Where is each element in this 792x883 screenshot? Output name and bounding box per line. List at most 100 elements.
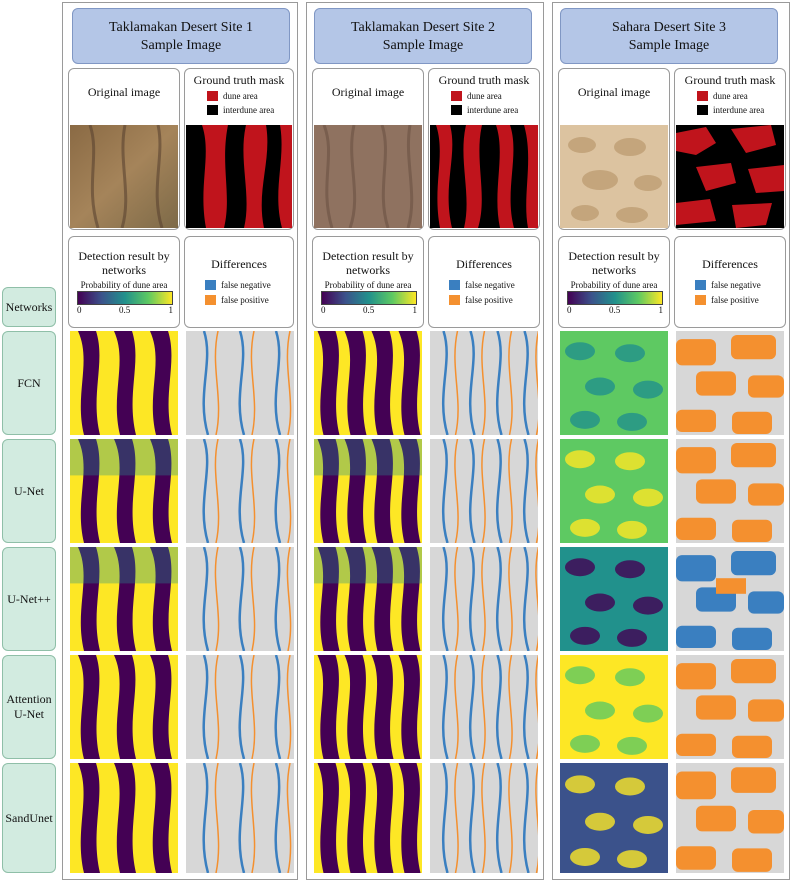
legend-interdune: interdune area <box>207 104 293 116</box>
tick-1: 1 <box>412 305 418 315</box>
site-title-2: Taklamakan Desert Site 2 Sample Image <box>314 8 532 64</box>
detection-map <box>560 547 668 651</box>
legend-text: dune area <box>713 91 748 101</box>
dune-swatch <box>207 91 218 101</box>
differences-map <box>430 547 538 651</box>
detection-panel-2: Detection result by networks Probability… <box>312 236 424 328</box>
differences-map <box>186 439 294 543</box>
ground-truth-mask-3 <box>676 125 784 228</box>
network-label-unet: U-Net <box>2 439 56 543</box>
colorbar-label: Probability of dune area <box>324 280 412 290</box>
detection-label: Detection result by networks <box>322 249 414 277</box>
legend-text: false negative <box>465 280 515 290</box>
tick-1: 1 <box>168 305 174 315</box>
legend-text: interdune area <box>713 105 765 115</box>
original-image-label: Original image <box>87 85 161 99</box>
detection-map <box>560 331 668 435</box>
legend-text: dune area <box>467 91 502 101</box>
legend-text: false positive <box>221 295 269 305</box>
site-title-line: Taklamakan Desert Site 1 <box>108 20 254 35</box>
original-image-label: Original image <box>331 85 405 99</box>
detection-map <box>314 547 422 651</box>
legend-text: interdune area <box>223 105 275 115</box>
differences-panel-2: Differences false negative false positiv… <box>428 236 540 328</box>
detection-map <box>314 439 422 543</box>
tick-0: 0 <box>321 305 326 315</box>
false-positive-swatch <box>205 295 216 305</box>
legend-text: false positive <box>465 295 513 305</box>
interdune-swatch <box>697 105 708 115</box>
differences-map <box>430 331 538 435</box>
detection-label: Detection result by networks <box>78 249 170 277</box>
detection-map <box>314 655 422 759</box>
legend-false-negative: false negative <box>449 279 539 291</box>
legend-text: false negative <box>221 280 271 290</box>
differences-map <box>186 763 294 873</box>
differences-label: Differences <box>211 257 267 271</box>
tick-half: 0.5 <box>119 305 131 315</box>
colorbar-label: Probability of dune area <box>570 280 658 290</box>
network-label-sandunet: SandUnet <box>2 763 56 873</box>
ground-truth-label: Ground truth mask <box>438 73 530 87</box>
legend-text: dune area <box>223 91 258 101</box>
legend-false-positive: false positive <box>449 294 539 306</box>
original-image-3 <box>560 125 668 228</box>
detection-map <box>70 547 178 651</box>
site-subtitle-line: Sample Image <box>140 38 222 53</box>
detection-map <box>560 439 668 543</box>
differences-panel-1: Differences false negative false positiv… <box>184 236 294 328</box>
detection-label: Detection result by networks <box>568 249 660 277</box>
original-image-2 <box>314 125 422 228</box>
colorbar-label: Probability of dune area <box>80 280 168 290</box>
differences-map <box>676 439 784 543</box>
site-title-1: Taklamakan Desert Site 1 Sample Image <box>72 8 290 64</box>
network-label-text: Attention U-Net <box>6 692 52 721</box>
legend-text: false positive <box>711 295 759 305</box>
site-subtitle-line: Sample Image <box>628 38 710 53</box>
colorbar <box>567 291 663 305</box>
network-label-text: U-Net++ <box>7 591 51 606</box>
differences-map <box>676 547 784 651</box>
ground-truth-mask-1 <box>186 125 292 228</box>
detection-panel-3: Detection result by networks Probability… <box>558 236 670 328</box>
tick-half: 0.5 <box>609 305 621 315</box>
site-title-line: Sahara Desert Site 3 <box>612 20 726 35</box>
interdune-swatch <box>451 105 462 115</box>
false-negative-swatch <box>695 280 706 290</box>
differences-map <box>430 655 538 759</box>
tick-0: 0 <box>567 305 572 315</box>
ground-truth-mask-2 <box>430 125 538 228</box>
site-title-line: Taklamakan Desert Site 2 <box>350 20 496 35</box>
legend-false-positive: false positive <box>205 294 293 306</box>
differences-map <box>430 763 538 873</box>
legend-text: false negative <box>711 280 761 290</box>
network-label-attention-unet: Attention U-Net <box>2 655 56 759</box>
differences-map <box>186 655 294 759</box>
detection-map <box>70 439 178 543</box>
network-label-text: FCN <box>17 375 41 390</box>
dune-swatch <box>451 91 462 101</box>
detection-map <box>314 331 422 435</box>
original-image-label: Original image <box>577 85 651 99</box>
false-positive-swatch <box>449 295 460 305</box>
differences-map <box>676 331 784 435</box>
differences-panel-3: Differences false negative false positiv… <box>674 236 786 328</box>
site-title-3: Sahara Desert Site 3 Sample Image <box>560 8 778 64</box>
tick-0: 0 <box>77 305 82 315</box>
tick-1: 1 <box>658 305 664 315</box>
differences-map <box>186 547 294 651</box>
detection-map <box>314 763 422 873</box>
network-label-unetpp: U-Net++ <box>2 547 56 651</box>
ground-truth-label: Ground truth mask <box>684 73 776 87</box>
legend-false-positive: false positive <box>695 294 785 306</box>
network-label-text: SandUnet <box>5 810 53 825</box>
legend-dune: dune area <box>697 90 785 102</box>
legend-interdune: interdune area <box>697 104 785 116</box>
detection-map <box>70 331 178 435</box>
differences-map <box>676 655 784 759</box>
colorbar <box>321 291 417 305</box>
false-negative-swatch <box>205 280 216 290</box>
ground-truth-label: Ground truth mask <box>193 73 285 87</box>
networks-header: Networks <box>2 287 56 327</box>
legend-false-negative: false negative <box>695 279 785 291</box>
